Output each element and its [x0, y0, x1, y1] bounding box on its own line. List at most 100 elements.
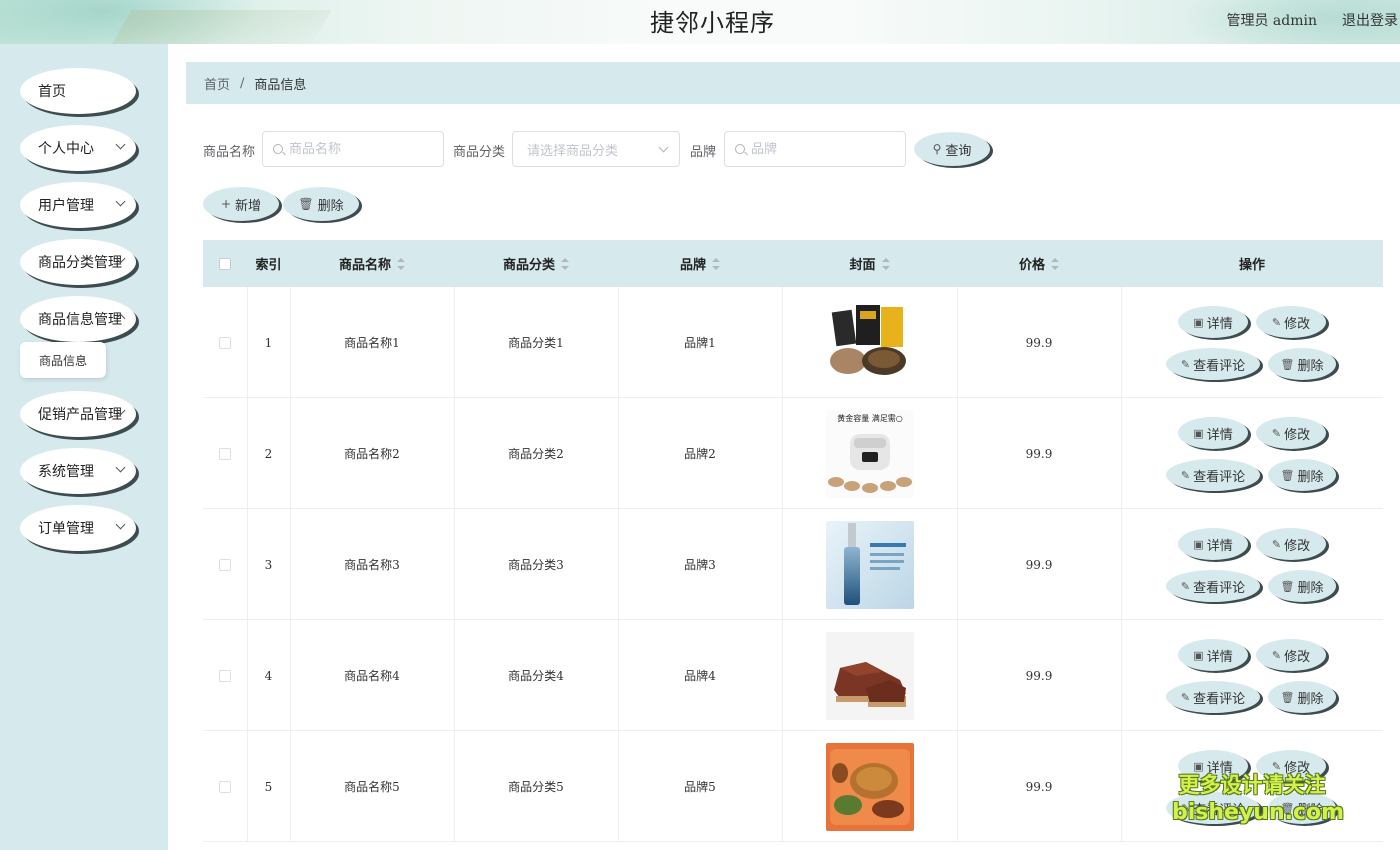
price-cell: 99.9	[1025, 779, 1053, 794]
breadcrumb: 首页 / 商品信息	[186, 62, 1400, 104]
detail-button[interactable]: ▣ 详情	[1178, 417, 1248, 449]
view-comments-button[interactable]: ✎ 查看评论	[1166, 681, 1260, 713]
sidebar-item-product-management[interactable]: 商品信息管理	[20, 296, 136, 342]
sidebar-item-personal-center[interactable]: 个人中心	[20, 125, 136, 171]
leather-shoe-cover[interactable]	[825, 631, 914, 720]
sidebar-item-promotion-management[interactable]: 促销产品管理	[20, 391, 136, 437]
product-name-input[interactable]	[289, 141, 443, 157]
pencil-icon: ✎	[1180, 579, 1191, 593]
view-comments-button[interactable]: ✎ 查看评论	[1166, 459, 1260, 491]
delete-button[interactable]: 🗑 删除	[1268, 681, 1336, 713]
edit-button[interactable]: ✎ 修改	[1256, 528, 1326, 560]
serum-bottle-cover[interactable]	[825, 520, 914, 609]
snack-bags-cover[interactable]	[825, 298, 914, 387]
edit-button-label: 修改	[1284, 538, 1311, 554]
row-checkbox[interactable]	[219, 336, 231, 349]
view-comments-button-label: 查看评论	[1193, 469, 1246, 485]
select-all-checkbox[interactable]	[219, 257, 231, 270]
sidebar-item-order-management[interactable]: 订单管理	[20, 505, 136, 551]
logout-link[interactable]: 退出登录	[1342, 10, 1398, 30]
sort-icon[interactable]	[561, 257, 569, 270]
edit-button[interactable]: ✎ 修改	[1256, 417, 1326, 449]
sort-icon[interactable]	[397, 257, 405, 270]
category-select-placeholder: 请选择商品分类	[527, 143, 619, 159]
column-header-label: 封面	[849, 258, 876, 273]
delete-button[interactable]: 🗑 删除	[1268, 570, 1336, 602]
table-row: 4 商品名称4 商品分类4 品牌4 99.9 ▣ 详情 ✎ 修改 ✎ 查看评论 🗑 删除	[203, 620, 1383, 731]
delete-button[interactable]: 🗑 删除	[1268, 348, 1336, 380]
breadcrumb-current: 商品信息	[254, 77, 307, 93]
column-divider	[1121, 620, 1122, 731]
column-header-name[interactable]: 商品名称	[290, 240, 454, 287]
row-select-cell	[203, 509, 247, 620]
category-select[interactable]: 请选择商品分类	[512, 131, 680, 167]
select-all-cell	[203, 240, 247, 287]
column-header-label: 价格	[1018, 258, 1045, 273]
index-cell: 1	[264, 335, 273, 350]
delete-button-label: 删除	[1297, 691, 1324, 707]
row-checkbox[interactable]	[219, 780, 231, 793]
submenu-item-product-info[interactable]: 商品信息	[20, 342, 106, 378]
row-checkbox[interactable]	[219, 447, 231, 460]
brand-input[interactable]	[751, 141, 905, 157]
detail-button[interactable]: ▣ 详情	[1178, 528, 1248, 560]
plus-icon: +	[220, 197, 232, 211]
column-header-price[interactable]: 价格	[957, 240, 1121, 287]
main-content: 首页 / 商品信息 商品名称 商品分类 请选择商品分类 品牌 ⚲查询 +新增 🗑…	[168, 44, 1400, 850]
svg-text:黄金容量 满足需○: 黄金容量 满足需○	[837, 413, 903, 423]
view-comments-button[interactable]: ✎ 查看评论	[1166, 570, 1260, 602]
brand-field[interactable]	[724, 131, 906, 167]
fried-chicken-cover[interactable]	[825, 742, 914, 831]
sidebar-item-system-management[interactable]: 系统管理	[20, 448, 136, 494]
document-icon: ▣	[1193, 648, 1204, 662]
edit-button[interactable]: ✎ 修改	[1256, 639, 1326, 671]
column-header-label: 品牌	[679, 258, 706, 273]
pencil-icon: ✎	[1271, 315, 1282, 329]
column-header-brand[interactable]: 品牌	[618, 240, 782, 287]
pencil-icon: ✎	[1180, 468, 1191, 482]
batch-delete-button-label: 删除	[317, 198, 344, 214]
brand-cell: 品牌2	[684, 447, 716, 461]
search-icon	[273, 144, 283, 154]
detail-button[interactable]: ▣ 详情	[1178, 306, 1248, 338]
sidebar-item-label: 个人中心	[38, 141, 94, 157]
row-checkbox[interactable]	[219, 669, 231, 682]
sidebar-item-category-management[interactable]: 商品分类管理	[20, 239, 136, 285]
column-header-cover[interactable]: 封面	[782, 240, 957, 287]
brand-cell: 品牌5	[684, 780, 716, 794]
column-divider	[1121, 398, 1122, 509]
detail-button-label: 详情	[1206, 649, 1233, 665]
index-cell: 3	[264, 557, 273, 572]
sidebar-item-label: 商品信息管理	[38, 312, 122, 328]
sidebar-item-home[interactable]: 首页	[20, 68, 136, 114]
search-icon	[735, 144, 745, 154]
delete-button[interactable]: 🗑 删除	[1268, 459, 1336, 491]
column-header-category[interactable]: 商品分类	[454, 240, 618, 287]
detail-button[interactable]: ▣ 详情	[1178, 639, 1248, 671]
batch-delete-button[interactable]: 🗑 删除	[283, 187, 359, 221]
sort-icon[interactable]	[1051, 257, 1059, 270]
sidebar-item-user-management[interactable]: 用户管理	[20, 182, 136, 228]
rice-cooker-cover[interactable]: 黄金容量 满足需○	[825, 409, 914, 498]
breadcrumb-separator: /	[240, 75, 245, 91]
product-name-cell: 商品名称1	[344, 336, 400, 350]
column-header-label: 索引	[255, 258, 282, 273]
pencil-icon: ✎	[1271, 648, 1282, 662]
add-button[interactable]: + 新增	[203, 187, 279, 221]
document-icon: ▣	[1193, 759, 1204, 773]
sort-icon[interactable]	[881, 257, 890, 270]
view-comments-button[interactable]: ✎ 查看评论	[1166, 348, 1260, 380]
sort-icon[interactable]	[712, 257, 720, 270]
brand-label: 品牌	[690, 145, 717, 160]
brand-cell: 品牌4	[684, 669, 716, 683]
query-button[interactable]: ⚲ 查询	[914, 132, 990, 166]
trash-icon: 🗑	[1280, 468, 1295, 482]
top-header: 捷邻小程序 管理员 admin 退出登录	[0, 0, 1400, 44]
product-name-field[interactable]	[262, 131, 444, 167]
table-header: 索引 商品名称 商品分类 品牌 封面 价格 操作	[203, 240, 1383, 287]
row-checkbox[interactable]	[219, 558, 231, 571]
chevron-down-icon	[658, 142, 669, 153]
view-comments-button-label: 查看评论	[1193, 358, 1246, 374]
edit-button[interactable]: ✎ 修改	[1256, 306, 1326, 338]
breadcrumb-home[interactable]: 首页	[204, 74, 230, 93]
